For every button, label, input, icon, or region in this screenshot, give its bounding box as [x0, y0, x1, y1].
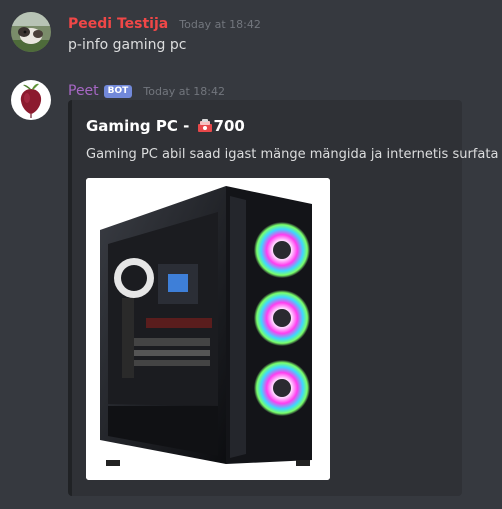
author-name[interactable]: Peedi Testija	[68, 16, 168, 32]
bot-avatar[interactable]	[11, 80, 51, 120]
embed-title: Gaming PC - 700	[86, 117, 245, 137]
timestamp: Today at 18:42	[179, 18, 261, 31]
embed-description: Gaming PC abil saad igast mänge mängida …	[86, 147, 499, 162]
money-icon	[197, 119, 213, 137]
message-text: p-info gaming pc	[68, 37, 187, 53]
embed-card: Gaming PC - 700 Gaming PC abil saad igas…	[68, 100, 498, 496]
embed-title-value: 700	[213, 117, 245, 135]
timestamp: Today at 18:42	[143, 85, 225, 98]
author-name[interactable]: Peet	[68, 83, 99, 99]
gaming-pc-case-image[interactable]	[86, 178, 330, 480]
embed-title-prefix: Gaming PC -	[86, 117, 195, 135]
message-1: Peedi Testija Today at 18:42 p-info gami…	[0, 0, 502, 70]
user-avatar[interactable]	[11, 12, 51, 52]
bot-tag: BOT	[103, 85, 133, 98]
